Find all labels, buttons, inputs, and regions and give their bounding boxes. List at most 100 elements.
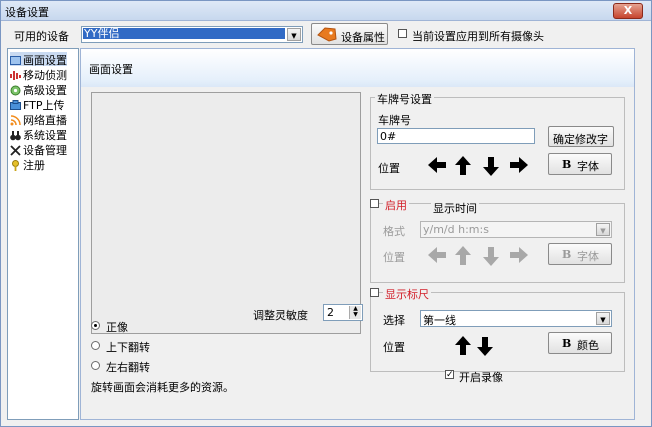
advanced-icon (10, 85, 21, 96)
rotation-note: 旋转画面会消耗更多的资源。 (91, 381, 234, 394)
window-title: 设备设置 (5, 6, 49, 19)
sensitivity-label: 调整灵敏度 (253, 309, 308, 322)
sidebar-item-label: 设备管理 (23, 144, 67, 157)
sidebar-item-label: 网络直播 (23, 114, 67, 127)
arrow-left-icon[interactable] (426, 155, 448, 175)
time-format-label: 格式 (383, 225, 405, 238)
arrow-up-icon[interactable] (453, 245, 473, 267)
confirm-change-button[interactable]: 确定修改字 (548, 126, 614, 147)
ruler-checkbox[interactable] (370, 288, 379, 297)
time-enable-label: 启用 (383, 197, 409, 213)
arrow-right-icon[interactable] (508, 245, 530, 265)
title-bar[interactable]: 设备设置 X (1, 1, 651, 21)
sidebar-item-label: 系统设置 (23, 129, 67, 142)
sidebar-item-screen[interactable]: 画面设置 (10, 52, 67, 67)
apply-all-label: 当前设置应用到所有摄像头 (412, 30, 544, 43)
ruler-select-label: 选择 (383, 314, 405, 327)
sidebar-item-label: 注册 (23, 159, 45, 172)
sidebar-item-label: 高级设置 (23, 84, 67, 97)
chevron-down-icon[interactable]: ▼ (287, 28, 301, 41)
main-panel: 画面设置 车牌号设置 车牌号 0# 确定修改字 位置 B 字体 启用 显示时间 … (80, 48, 635, 420)
arrow-down-icon[interactable] (475, 335, 495, 357)
tools-icon (10, 145, 21, 156)
time-font-button[interactable]: B 字体 (548, 243, 612, 265)
time-format-value: y/m/d h:m:s (423, 223, 489, 236)
arrow-up-icon[interactable] (453, 335, 473, 357)
arrow-up-icon[interactable] (453, 155, 473, 177)
ruler-group-label: 显示标尺 (383, 286, 431, 302)
device-label: 可用的设备 (14, 30, 69, 43)
panel-title: 画面设置 (89, 63, 133, 76)
rotation-flip-horizontal-radio[interactable] (91, 361, 100, 370)
sidebar: 画面设置 移动侦测 高级设置 FTP上传 网络直播 系统设置 设备管理 注册 (7, 48, 79, 420)
plate-input[interactable]: 0# (377, 128, 535, 144)
broadcast-icon (10, 115, 21, 126)
sidebar-item-system[interactable]: 系统设置 (10, 127, 67, 142)
binoculars-icon (10, 131, 21, 141)
arrow-left-icon[interactable] (426, 245, 448, 265)
motion-icon (10, 71, 21, 80)
ruler-color-button[interactable]: B 颜色 (548, 332, 612, 354)
sidebar-item-devices[interactable]: 设备管理 (10, 142, 67, 157)
ruler-line-select[interactable]: 第一线 ▼ (420, 310, 612, 327)
sidebar-item-ftp[interactable]: FTP上传 (10, 97, 65, 112)
ruler-position-label: 位置 (383, 341, 405, 354)
rotation-flip-vertical-radio[interactable] (91, 341, 100, 350)
rotation-normal-label: 正像 (106, 321, 128, 334)
ruler-group: 显示标尺 选择 第一线 ▼ 位置 B 颜色 (370, 286, 625, 372)
record-label: 开启录像 (459, 371, 503, 384)
time-group: 启用 显示时间 格式 y/m/d h:m:s ▼ 位置 B 字体 (370, 197, 625, 283)
panel-header: 画面设置 (81, 49, 634, 87)
sidebar-item-motion[interactable]: 移动侦测 (10, 67, 67, 82)
video-preview (91, 92, 361, 334)
settings-window: 设备设置 X 可用的设备 YY伴侣 ▼ 设备属性 当前设置应用到所有摄像头 画面… (0, 0, 652, 427)
arrow-right-icon[interactable] (508, 155, 530, 175)
bold-icon: B (562, 158, 572, 171)
plate-group-label: 车牌号设置 (375, 91, 434, 107)
time-enable-checkbox[interactable] (370, 199, 379, 208)
time-position-label: 位置 (383, 251, 405, 264)
sidebar-item-broadcast[interactable]: 网络直播 (10, 112, 67, 127)
arrow-down-icon[interactable] (481, 155, 501, 177)
sidebar-item-label: FTP上传 (23, 99, 65, 112)
screen-icon (10, 56, 21, 65)
sensitivity-spinner[interactable]: 2 ▲ ▼ (323, 304, 363, 321)
close-button[interactable]: X (613, 3, 643, 19)
plate-group: 车牌号设置 车牌号 0# 确定修改字 位置 B 字体 (370, 91, 625, 190)
rotation-flip-horizontal-label: 左右翻转 (106, 361, 150, 374)
plate-position-label: 位置 (378, 162, 400, 175)
bold-icon: B (562, 248, 572, 261)
rotation-normal-radio[interactable] (91, 321, 100, 330)
time-font-label: 字体 (577, 250, 599, 263)
record-checkbox[interactable]: ✓ (445, 370, 454, 380)
spinner-arrows-icon[interactable]: ▲ ▼ (349, 306, 361, 319)
bold-icon: B (562, 337, 572, 350)
device-select[interactable]: YY伴侣 ▼ (81, 26, 303, 43)
key-icon (12, 160, 19, 171)
arrow-down-icon[interactable] (481, 245, 501, 267)
plate-field-label: 车牌号 (378, 114, 411, 127)
sidebar-item-register[interactable]: 注册 (10, 157, 45, 172)
time-group-label: 显示时间 (431, 200, 479, 216)
apply-all-checkbox[interactable] (398, 29, 407, 38)
close-icon: X (623, 4, 633, 17)
device-properties-label: 设备属性 (341, 31, 385, 44)
ftp-icon (10, 100, 21, 110)
device-properties-button[interactable]: 设备属性 (311, 23, 388, 45)
sidebar-item-label: 移动侦测 (23, 69, 67, 82)
device-select-value: YY伴侣 (83, 28, 285, 39)
tag-icon (317, 27, 337, 42)
time-format-select[interactable]: y/m/d h:m:s ▼ (420, 221, 612, 238)
sensitivity-value: 2 (327, 306, 334, 319)
plate-input-value: 0# (380, 130, 397, 143)
sidebar-item-label: 画面设置 (23, 54, 67, 67)
rotation-flip-vertical-label: 上下翻转 (106, 341, 150, 354)
confirm-change-label: 确定修改字 (553, 133, 608, 146)
chevron-down-icon[interactable]: ▼ (596, 223, 610, 236)
plate-font-label: 字体 (577, 160, 599, 173)
plate-font-button[interactable]: B 字体 (548, 153, 612, 175)
ruler-color-label: 颜色 (577, 339, 599, 352)
sidebar-item-advanced[interactable]: 高级设置 (10, 82, 67, 97)
ruler-line-value: 第一线 (423, 314, 456, 327)
chevron-down-icon[interactable]: ▼ (596, 312, 610, 325)
